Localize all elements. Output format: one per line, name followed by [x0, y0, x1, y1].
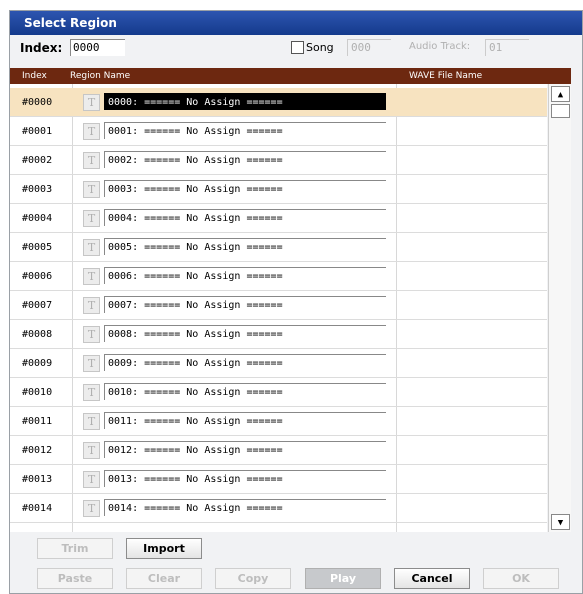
ok-button[interactable]: OK — [483, 568, 559, 589]
region-name-field[interactable]: 0014: ====== No Assign ====== — [104, 499, 386, 516]
scroll-down-icon[interactable]: ▼ — [551, 514, 570, 530]
text-edit-icon[interactable]: T — [83, 500, 100, 517]
text-edit-icon[interactable]: T — [83, 384, 100, 401]
text-edit-icon[interactable]: T — [83, 326, 100, 343]
index-label: Index: — [20, 41, 63, 55]
region-name-field[interactable]: 0008: ====== No Assign ====== — [104, 325, 386, 342]
row-index: #0003 — [22, 184, 53, 195]
row-index: #0001 — [22, 126, 53, 137]
region-name-field[interactable]: 0013: ====== No Assign ====== — [104, 470, 386, 487]
table-row[interactable]: #0000 T 0000: ====== No Assign ====== — [10, 88, 547, 117]
import-button[interactable]: Import — [126, 538, 202, 559]
table-row[interactable]: #0011 T 0011: ====== No Assign ====== — [10, 407, 547, 436]
table-row[interactable]: #0002 T 0002: ====== No Assign ====== — [10, 146, 547, 175]
scroll-up-icon[interactable]: ▲ — [551, 86, 570, 102]
row-index: #0012 — [22, 445, 53, 456]
row-index: #0007 — [22, 300, 53, 311]
index-field[interactable]: 0000 — [70, 39, 125, 56]
table-row[interactable]: #0003 T 0003: ====== No Assign ====== — [10, 175, 547, 204]
region-name-field[interactable]: 0006: ====== No Assign ====== — [104, 267, 386, 284]
list-scrollbar[interactable]: ▲ ▼ — [548, 84, 571, 532]
text-edit-icon[interactable]: T — [83, 152, 100, 169]
copy-button[interactable]: Copy — [215, 568, 291, 589]
row-index: #0009 — [22, 358, 53, 369]
dialog-title: Select Region — [10, 11, 582, 35]
region-name-field[interactable]: 0011: ====== No Assign ====== — [104, 412, 386, 429]
row-index: #0002 — [22, 155, 53, 166]
text-edit-icon[interactable]: T — [83, 239, 100, 256]
song-label: Song — [306, 41, 334, 54]
region-name-field[interactable]: 0005: ====== No Assign ====== — [104, 238, 386, 255]
text-edit-icon[interactable]: T — [83, 355, 100, 372]
region-name-field[interactable]: 0002: ====== No Assign ====== — [104, 151, 386, 168]
text-edit-icon[interactable]: T — [83, 413, 100, 430]
table-row[interactable]: #0007 T 0007: ====== No Assign ====== — [10, 291, 547, 320]
song-checkbox[interactable] — [291, 41, 304, 54]
row-index: #0011 — [22, 416, 53, 427]
paste-button[interactable]: Paste — [37, 568, 113, 589]
row-index: #0005 — [22, 242, 53, 253]
text-edit-icon[interactable]: T — [83, 181, 100, 198]
table-row[interactable]: #0009 T 0009: ====== No Assign ====== — [10, 349, 547, 378]
index-row: Index: 0000 Song 000 Audio Track: 01 — [10, 35, 582, 61]
region-name-column-header: Region Name — [70, 71, 131, 81]
region-name-field[interactable]: 0012: ====== No Assign ====== — [104, 441, 386, 458]
text-edit-icon[interactable]: T — [83, 94, 100, 111]
text-edit-icon[interactable]: T — [83, 471, 100, 488]
song-field: 000 — [347, 39, 391, 56]
audio-track-field: 01 — [485, 39, 529, 56]
row-index: #0008 — [22, 329, 53, 340]
text-edit-icon[interactable]: T — [83, 210, 100, 227]
scroll-thumb[interactable] — [551, 104, 570, 118]
region-name-field[interactable]: 0010: ====== No Assign ====== — [104, 383, 386, 400]
trim-button[interactable]: Trim — [37, 538, 113, 559]
table-row[interactable]: #0014 T 0014: ====== No Assign ====== — [10, 494, 547, 523]
audio-track-label: Audio Track: — [409, 41, 471, 52]
table-row[interactable]: #0013 T 0013: ====== No Assign ====== — [10, 465, 547, 494]
region-name-field[interactable]: 0003: ====== No Assign ====== — [104, 180, 386, 197]
text-edit-icon[interactable]: T — [83, 442, 100, 459]
row-index: #0014 — [22, 503, 53, 514]
cancel-button[interactable]: Cancel — [394, 568, 470, 589]
text-edit-icon[interactable]: T — [83, 268, 100, 285]
text-edit-icon[interactable]: T — [83, 297, 100, 314]
region-name-field[interactable]: 0000: ====== No Assign ====== — [104, 93, 386, 110]
row-index: #0013 — [22, 474, 53, 485]
row-index: #0000 — [22, 97, 53, 108]
index-column-header: Index — [22, 71, 47, 81]
row-index: #0004 — [22, 213, 53, 224]
table-row[interactable]: #0008 T 0008: ====== No Assign ====== — [10, 320, 547, 349]
region-name-field[interactable]: 0007: ====== No Assign ====== — [104, 296, 386, 313]
region-name-field[interactable]: 0004: ====== No Assign ====== — [104, 209, 386, 226]
table-row[interactable]: #0005 T 0005: ====== No Assign ====== — [10, 233, 547, 262]
clear-button[interactable]: Clear — [126, 568, 202, 589]
table-row[interactable]: #0010 T 0010: ====== No Assign ====== — [10, 378, 547, 407]
table-row[interactable]: #0001 T 0001: ====== No Assign ====== — [10, 117, 547, 146]
table-row[interactable]: #0006 T 0006: ====== No Assign ====== — [10, 262, 547, 291]
wave-file-column-header: WAVE File Name — [409, 71, 483, 81]
row-index: #0010 — [22, 387, 53, 398]
text-edit-icon[interactable]: T — [83, 123, 100, 140]
select-region-dialog: Select Region Index: 0000 Song 000 Audio… — [9, 10, 583, 594]
region-name-field[interactable]: 0001: ====== No Assign ====== — [104, 122, 386, 139]
region-name-field[interactable]: 0009: ====== No Assign ====== — [104, 354, 386, 371]
region-list: #0000 T 0000: ====== No Assign ====== #0001… — [10, 84, 547, 532]
table-header: Index Region Name WAVE File Name — [10, 68, 571, 84]
play-button[interactable]: Play — [305, 568, 381, 589]
row-index: #0006 — [22, 271, 53, 282]
table-row[interactable]: #0012 T 0012: ====== No Assign ====== — [10, 436, 547, 465]
table-row[interactable]: #0004 T 0004: ====== No Assign ====== — [10, 204, 547, 233]
